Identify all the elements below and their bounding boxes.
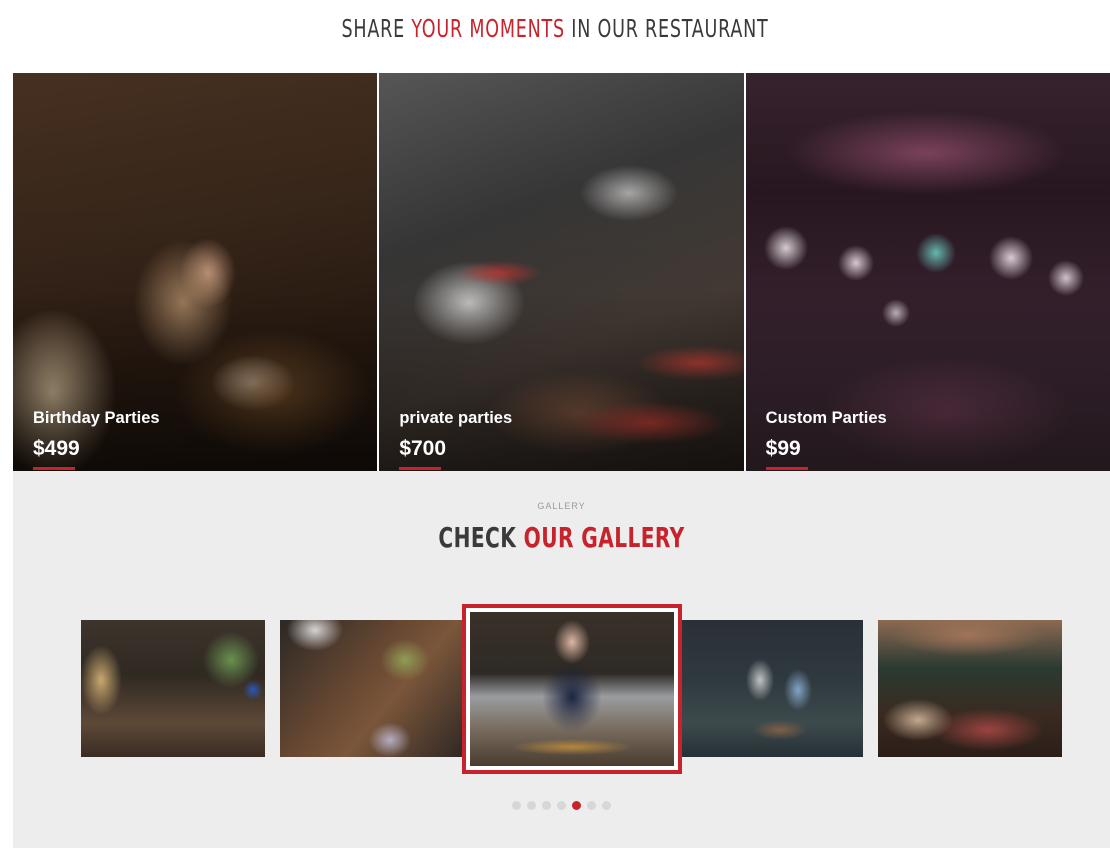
party-card-birthday[interactable]: Birthday Parties $499 — [13, 73, 378, 471]
party-card-title: Birthday Parties — [33, 409, 160, 427]
party-card-title: private parties — [399, 409, 513, 427]
price-underline — [33, 467, 75, 470]
price-underline — [399, 467, 442, 470]
gallery-thumb-friends-patio[interactable] — [680, 620, 863, 757]
party-card-custom[interactable]: Custom Parties $99 — [745, 73, 1110, 471]
gallery-thumb-table-overhead[interactable] — [280, 620, 464, 757]
gallery-heading: CHECK OUR GALLERY — [123, 521, 1001, 554]
share-moments-heading: SHARE YOUR MOMENTS IN OUR RESTAURANT — [122, 14, 988, 54]
party-card-price: $499 — [33, 437, 80, 460]
party-card-price: $700 — [399, 437, 447, 460]
gallery-heading-prefix: CHECK — [438, 521, 524, 554]
gallery-dot-3[interactable] — [542, 801, 551, 810]
active-gallery-image — [470, 612, 674, 766]
party-card-private[interactable]: private parties $700 — [379, 73, 744, 471]
gallery-dot-1[interactable] — [512, 801, 521, 810]
gallery-eyebrow: GALLERY — [537, 501, 586, 511]
party-card-price: $99 — [765, 437, 801, 460]
share-heading-accent: YOUR MOMENTS — [411, 14, 565, 43]
gallery-heading-accent: OUR GALLERY — [523, 521, 685, 554]
gallery-thumb-bar-interior[interactable] — [81, 620, 265, 757]
gallery-dot-2[interactable] — [527, 801, 536, 810]
party-card-title: Custom Parties — [765, 409, 887, 427]
gallery-thumb-active-bartender[interactable] — [462, 604, 682, 774]
share-heading-prefix: SHARE — [341, 14, 412, 43]
gallery-dot-4[interactable] — [557, 801, 566, 810]
gallery-thumb-outdoor-toast[interactable] — [878, 620, 1062, 757]
gallery-dot-5[interactable] — [572, 801, 581, 810]
gallery-dot-6[interactable] — [587, 801, 596, 810]
gallery-dot-7[interactable] — [602, 801, 611, 810]
price-underline — [765, 467, 808, 470]
share-heading-suffix: IN OUR RESTAURANT — [564, 14, 769, 43]
gallery-section: GALLERY CHECK OUR GALLERY — [13, 471, 1110, 848]
gallery-pagination — [13, 801, 1110, 811]
party-cards: Birthday Parties $499 private parties $7… — [13, 73, 1110, 471]
